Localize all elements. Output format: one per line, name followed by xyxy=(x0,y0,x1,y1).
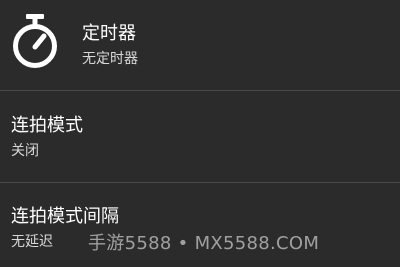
timer-icon xyxy=(13,14,57,68)
camera-settings-list: 定时器 无定时器 连拍模式 关闭 连拍模式间隔 无延迟 手游5588 • MX5… xyxy=(0,0,400,267)
setting-title: 定时器 xyxy=(82,23,136,44)
setting-item-burst-mode[interactable]: 连拍模式 关闭 xyxy=(0,91,400,182)
setting-title: 连拍模式 xyxy=(11,115,83,136)
setting-item-timer[interactable]: 定时器 无定时器 xyxy=(0,0,400,90)
setting-title: 连拍模式间隔 xyxy=(11,206,119,227)
setting-value: 关闭 xyxy=(11,143,39,159)
setting-value: 无延迟 xyxy=(11,234,53,250)
setting-value: 无定时器 xyxy=(82,51,138,67)
watermark-text: 手游5588 • MX5588.COM xyxy=(88,233,320,254)
